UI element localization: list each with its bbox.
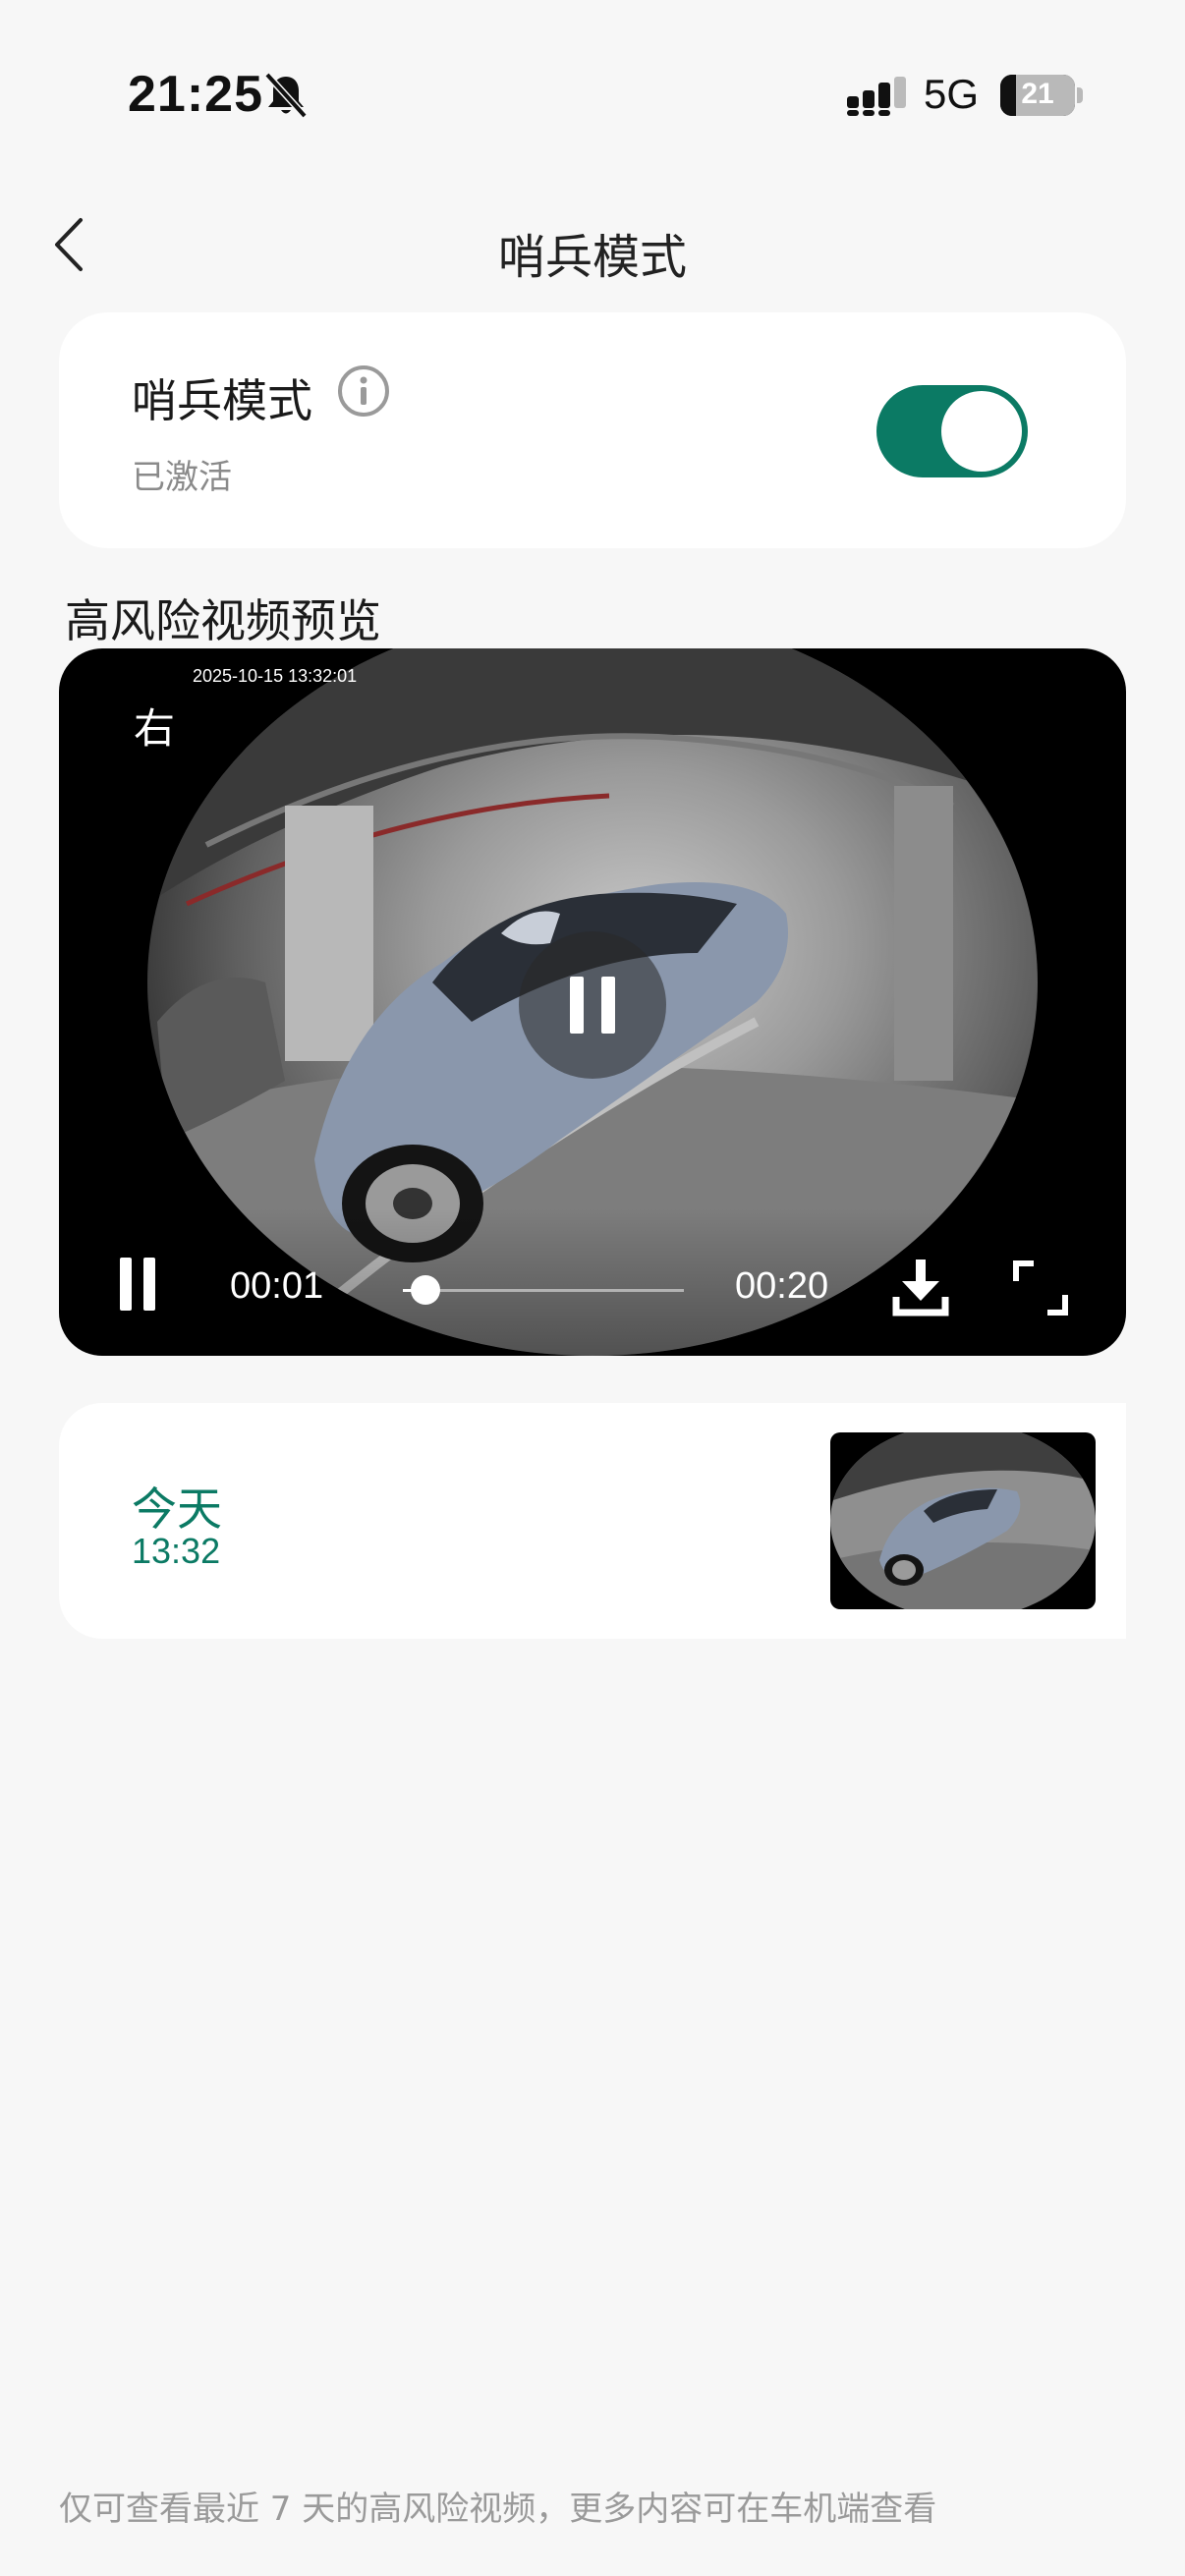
clip-time: 13:32 (132, 1531, 221, 1571)
info-icon[interactable] (336, 364, 391, 419)
progress-bar[interactable] (403, 1275, 684, 1305)
toggle-knob (941, 391, 1022, 472)
sentry-mode-card: 哨兵模式 已激活 (59, 312, 1126, 548)
fullscreen-icon[interactable] (1012, 1260, 1069, 1316)
pause-button[interactable] (120, 1258, 159, 1311)
video-player[interactable]: 2025-10-15 13:32:01 右 00:01 00:20 (59, 648, 1126, 1356)
video-timestamp: 2025-10-15 13:32:01 (193, 666, 358, 686)
list-item[interactable]: 今天 13:32 (59, 1403, 1126, 1639)
battery-icon: 21 (1000, 75, 1075, 116)
status-time: 21:25 (128, 66, 263, 123)
battery-level: 21 (1021, 78, 1054, 110)
retention-note: 仅可查看最近 7 天的高风险视频，更多内容可在车机端查看 (59, 2490, 937, 2529)
preview-heading: 高风险视频预览 (65, 594, 381, 647)
sentry-mode-page: 21:25 5G 21 哨兵模式 哨兵模式 已激活 高风险视频预览 2025-1… (0, 0, 1185, 2576)
center-pause-button[interactable] (519, 931, 666, 1079)
sentry-mode-label: 哨兵模式 (132, 374, 312, 427)
bell-muted-icon (264, 72, 308, 119)
clip-thumbnail[interactable] (830, 1432, 1096, 1609)
signal-icon (847, 77, 906, 116)
battery-cap (1077, 87, 1083, 103)
player-controls: 00:01 00:20 (59, 1208, 1126, 1356)
status-bar: 21:25 5G 21 (0, 0, 1185, 187)
page-title: 哨兵模式 (497, 230, 687, 285)
current-time: 00:01 (230, 1265, 324, 1307)
total-time: 00:20 (735, 1265, 829, 1307)
camera-label: 右 (134, 704, 176, 753)
sentry-mode-toggle[interactable] (876, 385, 1028, 477)
clip-day: 今天 (132, 1483, 222, 1536)
progress-thumb[interactable] (411, 1275, 441, 1305)
thumbnail-image (830, 1432, 1096, 1609)
network-type: 5G (924, 71, 980, 117)
download-icon[interactable] (892, 1258, 949, 1316)
sentry-mode-status: 已激活 (132, 458, 232, 497)
